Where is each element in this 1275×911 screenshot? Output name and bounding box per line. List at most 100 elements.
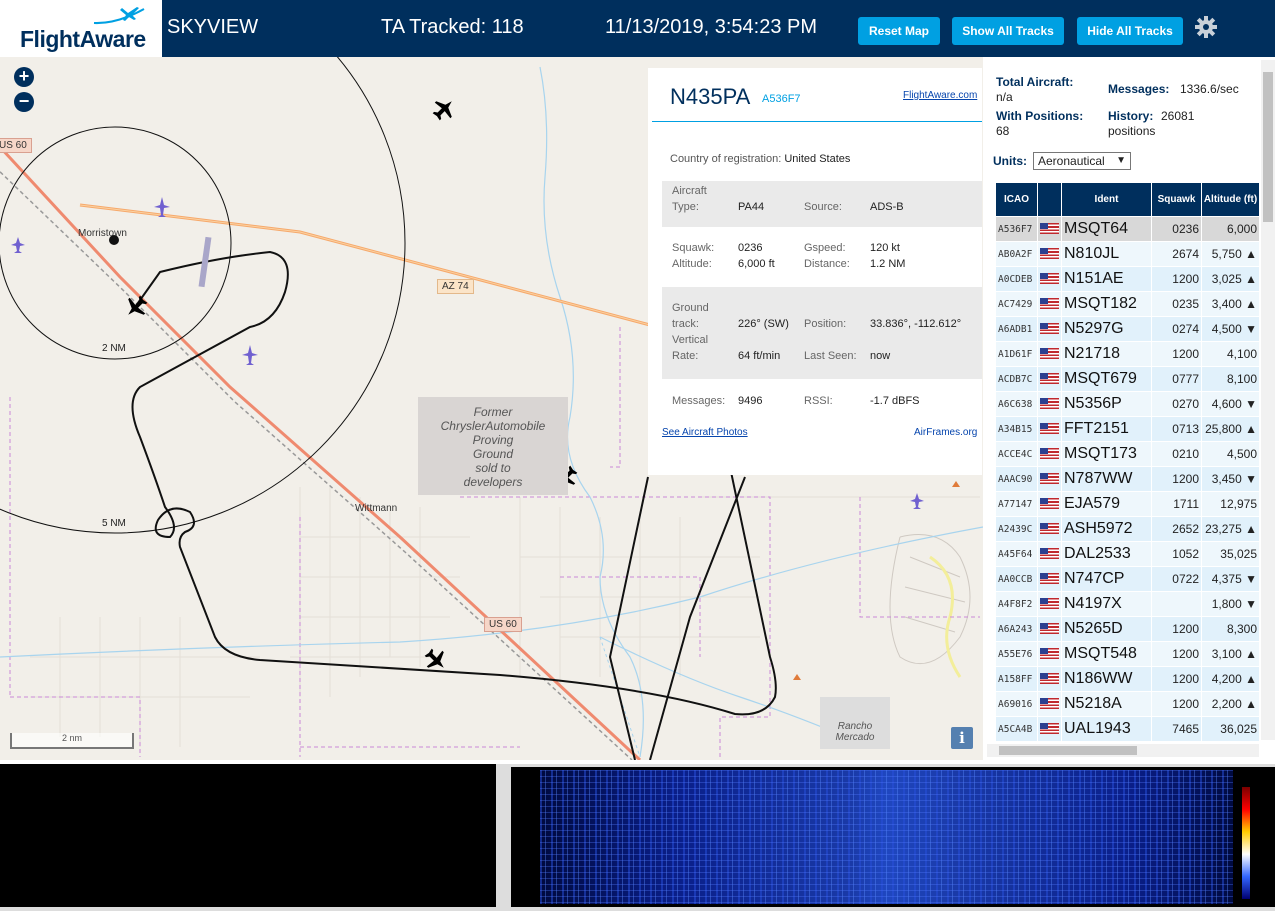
aircraft-photos-link[interactable]: See Aircraft Photos	[662, 427, 748, 438]
cell-ident: N5297G	[1061, 316, 1152, 342]
cell-ident: UAL1943	[1061, 716, 1152, 742]
column-header-flag[interactable]	[1037, 182, 1062, 217]
table-row[interactable]: A69016 N5218A 1200 2,200 ▲	[995, 691, 1260, 717]
cell-flag	[1037, 591, 1062, 617]
hide-all-tracks-button[interactable]: Hide All Tracks	[1077, 17, 1183, 45]
cell-squawk: 0777	[1151, 366, 1202, 392]
us-flag-icon	[1040, 398, 1059, 410]
flightaware-logo[interactable]: FlightAware	[0, 0, 162, 57]
cell-ident: MSQT548	[1061, 641, 1152, 667]
show-all-tracks-button[interactable]: Show All Tracks	[952, 17, 1064, 45]
cell-squawk: 1200	[1151, 691, 1202, 717]
table-row[interactable]: A536F7 MSQT64 0236 6,000	[995, 216, 1260, 242]
messages-value: 9496	[738, 395, 763, 407]
table-row[interactable]: A6A243 N5265D 1200 8,300	[995, 616, 1260, 642]
position-value: 33.836°, -112.612°	[870, 318, 962, 330]
cell-altitude: 4,600 ▼	[1201, 391, 1260, 417]
us-flag-icon	[1040, 423, 1059, 435]
cell-ident: N5265D	[1061, 616, 1152, 642]
vertical-rate-label: Vertical	[672, 334, 709, 346]
cell-flag	[1037, 491, 1062, 517]
map-info-button[interactable]: i	[951, 727, 973, 749]
cell-altitude: 4,200 ▲	[1201, 666, 1260, 692]
table-row[interactable]: AAAC90 N787WW 1200 3,450 ▼	[995, 466, 1260, 492]
table-row[interactable]: A2439C ASH5972 2652 23,275 ▲	[995, 516, 1260, 542]
cell-icao: A6ADB1	[995, 316, 1038, 342]
table-row[interactable]: AB0A2F N810JL 2674 5,750 ▲	[995, 241, 1260, 267]
table-horizontal-scrollbar[interactable]	[987, 744, 1259, 757]
cell-icao: A77147	[995, 491, 1038, 517]
units-select[interactable]: Aeronautical ▼	[1033, 152, 1131, 170]
logo-text: FlightAware	[20, 26, 146, 52]
cell-ident: N787WW	[1061, 466, 1152, 492]
table-row[interactable]: AA0CCB N747CP 0722 4,375 ▼	[995, 566, 1260, 592]
us-flag-icon	[1040, 323, 1059, 335]
info-band-type: Aircraft Type: PA44 Source: ADS-B	[662, 181, 982, 227]
aircraft-type-label: Aircraft	[672, 185, 707, 197]
scroll-thumb[interactable]	[999, 746, 1137, 755]
source-value: ADS-B	[870, 201, 904, 213]
table-row[interactable]: AC7429 MSQT182 0235 3,400 ▲	[995, 291, 1260, 317]
us-flag-icon	[1040, 223, 1059, 235]
column-header-icao[interactable]: ICAO	[995, 182, 1038, 217]
cell-squawk: 1200	[1151, 266, 1202, 292]
cell-ident: N747CP	[1061, 566, 1152, 592]
cell-flag	[1037, 366, 1062, 392]
gspeed-value: 120 kt	[870, 242, 900, 254]
table-row[interactable]: ACDB7C MSQT679 0777 8,100	[995, 366, 1260, 392]
reset-map-button[interactable]: Reset Map	[858, 17, 940, 45]
cell-squawk: 0210	[1151, 441, 1202, 467]
table-row[interactable]: A158FF N186WW 1200 4,200 ▲	[995, 666, 1260, 692]
info-band-track: Ground track: 226° (SW) Position: 33.836…	[662, 287, 982, 379]
bottom-panel	[0, 764, 1275, 911]
ground-track-value: 226° (SW)	[738, 318, 789, 330]
table-row[interactable]: A77147 EJA579 1711 12,975	[995, 491, 1260, 517]
table-row[interactable]: A1D61F N21718 1200 4,100	[995, 341, 1260, 367]
scroll-thumb[interactable]	[1263, 72, 1273, 222]
table-row[interactable]: A55E76 MSQT548 1200 3,100 ▲	[995, 641, 1260, 667]
cell-flag	[1037, 441, 1062, 467]
cell-ident: ASH5972	[1061, 516, 1152, 542]
flightaware-link[interactable]: FlightAware.com	[903, 90, 977, 101]
settings-gear-icon[interactable]	[1194, 15, 1218, 39]
table-row[interactable]: A6C638 N5356P 0270 4,600 ▼	[995, 391, 1260, 417]
zoom-out-button[interactable]: −	[14, 92, 34, 112]
aircraft-markers[interactable]	[120, 93, 581, 675]
cell-icao: A55E76	[995, 641, 1038, 667]
with-positions-label: With Positions:	[996, 109, 1084, 123]
cell-icao: A45F64	[995, 541, 1038, 567]
cell-icao: A4F8F2	[995, 591, 1038, 617]
zoom-in-button[interactable]: +	[14, 67, 34, 87]
airplane-logo-icon	[93, 7, 145, 25]
us-flag-icon	[1040, 623, 1059, 635]
column-header-ident[interactable]: Ident	[1061, 182, 1152, 217]
ground-track-label: Ground	[672, 302, 709, 314]
messages-rate-value: 1336.6/sec	[1180, 82, 1239, 96]
table-row[interactable]: A6ADB1 N5297G 0274 4,500 ▼	[995, 316, 1260, 342]
sidebar-vertical-scrollbar[interactable]	[1261, 60, 1275, 740]
squawk-label: Squawk:	[672, 242, 715, 254]
last-seen-label: Last Seen:	[804, 350, 857, 362]
column-header-altitude[interactable]: Altitude (ft)	[1201, 182, 1260, 217]
us-flag-icon	[1040, 648, 1059, 660]
us-flag-icon	[1040, 448, 1059, 460]
table-row[interactable]: A5CA4B UAL1943 7465 36,025	[995, 716, 1260, 742]
rancho-mercado-area: Rancho Mercado	[820, 697, 890, 749]
table-row[interactable]: ACCE4C MSQT173 0210 4,500	[995, 441, 1260, 467]
table-row[interactable]: A4F8F2 N4197X 1,800 ▼	[995, 591, 1260, 617]
table-row[interactable]: A34B15 FFT2151 0713 25,800 ▲	[995, 416, 1260, 442]
cell-flag	[1037, 616, 1062, 642]
us-flag-icon	[1040, 523, 1059, 535]
table-row[interactable]: A0CDEB N151AE 1200 3,025 ▲	[995, 266, 1260, 292]
cell-squawk: 0235	[1151, 291, 1202, 317]
area-label-line: Proving	[472, 433, 514, 447]
airframes-link[interactable]: AirFrames.org	[914, 427, 977, 438]
cell-altitude: 3,400 ▲	[1201, 291, 1260, 317]
cell-altitude: 23,275 ▲	[1201, 516, 1260, 542]
table-row[interactable]: A45F64 DAL2533 1052 35,025	[995, 541, 1260, 567]
rssi-value: -1.7 dBFS	[870, 395, 920, 407]
cell-squawk: 1200	[1151, 341, 1202, 367]
app-title: SKYVIEW	[167, 16, 259, 38]
column-header-squawk[interactable]: Squawk	[1151, 182, 1202, 217]
area-label-line: Former	[473, 405, 513, 419]
